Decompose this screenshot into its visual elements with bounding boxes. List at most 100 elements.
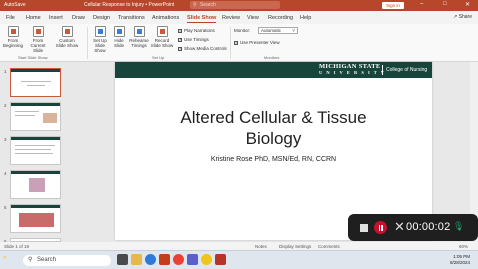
autosave-toggle[interactable]: AutoSave bbox=[4, 2, 26, 8]
chrome-icon[interactable] bbox=[173, 254, 184, 265]
setup-group-label: Set Up bbox=[152, 55, 165, 60]
setup-show-label: Set Up Slide Show bbox=[93, 38, 107, 53]
thumb-text-line bbox=[15, 149, 51, 150]
slide-title[interactable]: Altered Cellular & Tissue Biology bbox=[115, 107, 432, 149]
rehearse-timings-button[interactable]: Rehearse Timings bbox=[128, 26, 150, 48]
slide-count: Slide 1 of 19 bbox=[4, 243, 30, 249]
slideshow-start-icon bbox=[7, 26, 19, 37]
file-explorer-icon[interactable] bbox=[131, 254, 142, 265]
tab-view[interactable]: View bbox=[247, 15, 259, 21]
title-search-box[interactable]: ⚲ Search bbox=[190, 1, 280, 9]
slide-thumbnail[interactable]: 4 bbox=[4, 170, 61, 199]
teams-icon[interactable] bbox=[187, 254, 198, 265]
close-icon[interactable]: ✕ bbox=[465, 1, 470, 8]
thumb-header-band bbox=[11, 205, 60, 208]
tab-home[interactable]: Home bbox=[26, 15, 41, 21]
notes-button[interactable]: Notes bbox=[255, 244, 267, 249]
college-name: College of Nursing bbox=[386, 67, 428, 73]
record-slide-show-button[interactable]: Record Slide Show bbox=[150, 26, 174, 48]
slide-number: 1 bbox=[4, 69, 7, 74]
use-timings-checkbox[interactable]: ✓ Use Timings bbox=[178, 37, 209, 42]
tab-transitions[interactable]: Transitions bbox=[118, 15, 145, 21]
custom-slide-show-button[interactable]: Custom Slide Show bbox=[55, 26, 79, 48]
thumb-text-line bbox=[15, 145, 55, 146]
monitor-dropdown[interactable]: Automatic ˅ bbox=[258, 27, 298, 34]
sign-in-button[interactable]: Sign in bbox=[382, 1, 404, 9]
slide-thumbnails-pane: 1 2 3 4 5 6 bbox=[0, 62, 72, 244]
thumb-header-band bbox=[11, 137, 60, 140]
from-beginning-label: From Beginning bbox=[2, 38, 24, 48]
powerpoint-icon[interactable] bbox=[159, 254, 170, 265]
slide-title-line-2: Biology bbox=[245, 129, 302, 148]
slideshow-current-icon bbox=[32, 26, 44, 37]
slide-number: 5 bbox=[4, 205, 7, 210]
cancel-recording-button[interactable]: ✕ bbox=[394, 219, 405, 235]
tab-draw[interactable]: Draw bbox=[72, 15, 85, 21]
title-bar: AutoSave Cellular Response to Injury • P… bbox=[0, 0, 478, 11]
thumb-image bbox=[19, 213, 54, 227]
chrome-canary-icon[interactable] bbox=[201, 254, 212, 265]
share-button[interactable]: ↗ Share bbox=[453, 14, 472, 20]
maximize-icon[interactable]: □ bbox=[443, 1, 447, 7]
slide-subtitle[interactable]: Kristine Rose PhD, MSN/Ed, RN, CCRN bbox=[115, 156, 432, 163]
start-slideshow-group-label: Start Slide Show bbox=[18, 55, 48, 60]
play-narrations-checkbox[interactable]: ✓ Play Narrations bbox=[178, 28, 215, 33]
tab-insert[interactable]: Insert bbox=[49, 15, 63, 21]
clock-date: 8/28/2024 bbox=[450, 260, 471, 265]
slide-thumbnail[interactable]: 1 bbox=[4, 68, 61, 97]
taskbar-clock[interactable]: 1:05 PM 8/28/2024 bbox=[450, 254, 470, 266]
ribbon-separator bbox=[87, 27, 88, 59]
status-bar: Slide 1 of 19 Notes Display Settings Com… bbox=[0, 242, 478, 250]
show-media-label: Show Media Controls bbox=[184, 46, 227, 51]
checkbox-checked-icon: ✓ bbox=[178, 37, 182, 42]
search-icon: ⚲ bbox=[193, 2, 197, 8]
tab-file[interactable]: File bbox=[6, 15, 15, 21]
from-beginning-button[interactable]: From Beginning bbox=[2, 26, 24, 48]
presenter-view-label: Use Presenter View bbox=[240, 40, 280, 45]
from-current-slide-button[interactable]: From Current Slide bbox=[25, 26, 51, 53]
task-view-icon[interactable] bbox=[117, 254, 128, 265]
custom-show-label: Custom Slide Show bbox=[55, 38, 79, 48]
tab-slide-show[interactable]: Slide Show bbox=[187, 15, 217, 23]
microphone-icon[interactable]: 🎙 bbox=[453, 221, 464, 232]
tab-animations[interactable]: Animations bbox=[152, 15, 179, 21]
logo-divider bbox=[382, 65, 383, 75]
windows-taskbar: ⛅ ⚲ Search 1:05 PM 8/28/2024 bbox=[0, 250, 478, 269]
checkbox-checked-icon: ✓ bbox=[234, 40, 238, 45]
from-current-label: From Current Slide bbox=[30, 38, 46, 53]
zoom-level[interactable]: 60% bbox=[459, 244, 468, 249]
display-settings-button[interactable]: Display Settings bbox=[279, 244, 311, 249]
thumb-title-line bbox=[27, 85, 45, 86]
tab-recording[interactable]: Recording bbox=[268, 15, 293, 21]
checkbox-checked-icon: ✓ bbox=[178, 28, 182, 33]
stop-recording-button[interactable] bbox=[360, 224, 368, 232]
edge-icon[interactable] bbox=[145, 254, 156, 265]
tab-design[interactable]: Design bbox=[93, 15, 110, 21]
recorder-app-icon[interactable] bbox=[215, 254, 226, 265]
ribbon-tabs: File Home Insert Draw Design Transitions… bbox=[0, 11, 478, 24]
tab-help[interactable]: Help bbox=[300, 15, 311, 21]
hide-slide-button[interactable]: Hide Slide bbox=[111, 26, 127, 48]
rehearse-label: Rehearse Timings bbox=[129, 38, 149, 48]
show-media-controls-checkbox[interactable]: ✓ Show Media Controls bbox=[178, 46, 227, 51]
slide-thumbnail[interactable]: 2 bbox=[4, 102, 61, 131]
slide-number: 4 bbox=[4, 171, 7, 176]
setup-slide-show-button[interactable]: Set Up Slide Show bbox=[89, 26, 111, 53]
thumb-text-line bbox=[15, 111, 39, 112]
slide-title-line-1: Altered Cellular & Tissue bbox=[180, 108, 367, 127]
slide-thumbnail[interactable]: 5 bbox=[4, 204, 61, 233]
slide-thumbnail[interactable]: 3 bbox=[4, 136, 61, 165]
monitor-value: Automatic bbox=[261, 28, 282, 33]
monitor-label: Monitor: bbox=[234, 28, 251, 33]
use-presenter-view-checkbox[interactable]: ✓ Use Presenter View bbox=[234, 40, 280, 45]
comments-button[interactable]: Comments bbox=[318, 244, 340, 249]
thumb-header-band bbox=[11, 69, 60, 72]
minimize-icon[interactable]: – bbox=[420, 1, 423, 7]
taskbar-search[interactable]: ⚲ Search bbox=[23, 255, 111, 266]
pause-recording-button[interactable] bbox=[374, 221, 387, 234]
weather-icon[interactable]: ⛅ bbox=[3, 255, 9, 260]
tab-review[interactable]: Review bbox=[222, 15, 240, 21]
slide-number: 3 bbox=[4, 137, 7, 142]
hide-slide-icon bbox=[113, 26, 125, 37]
use-timings-label: Use Timings bbox=[184, 37, 209, 42]
